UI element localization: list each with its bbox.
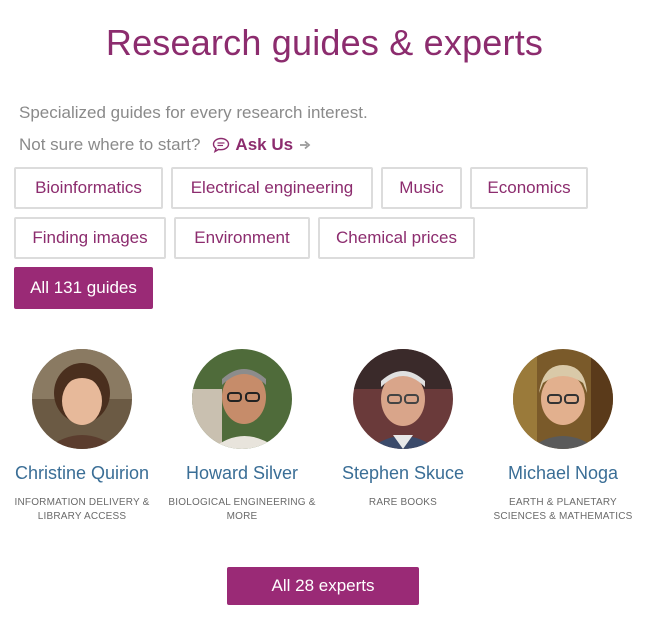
- expert-name[interactable]: Michael Noga: [483, 463, 643, 484]
- guide-chip-environment[interactable]: Environment: [174, 217, 310, 259]
- all-experts-button[interactable]: All 28 experts: [227, 567, 419, 605]
- avatar[interactable]: [32, 349, 132, 449]
- ask-prompt: Not sure where to start?: [19, 135, 201, 154]
- avatar[interactable]: [192, 349, 292, 449]
- ask-us-link[interactable]: Ask Us: [212, 135, 311, 155]
- expert-card: Christine Quirion Information Delivery &…: [2, 349, 162, 524]
- expert-name[interactable]: Christine Quirion: [2, 463, 162, 484]
- avatar[interactable]: [513, 349, 613, 449]
- ask-us-label: Ask Us: [235, 135, 294, 154]
- expert-department: Information Delivery & Library Access: [14, 497, 150, 522]
- expert-department: Biological Engineering & More: [168, 497, 316, 522]
- guide-chip-music[interactable]: Music: [381, 167, 462, 209]
- guide-chip-electrical-engineering[interactable]: Electrical engineering: [171, 167, 373, 209]
- expert-department: Rare Books: [368, 497, 438, 508]
- expert-card: Michael Noga Earth & Planetary Sciences …: [483, 349, 643, 524]
- expert-card: Stephen Skuce Rare Books: [323, 349, 483, 510]
- chat-bubble-icon: [213, 137, 230, 153]
- expert-name[interactable]: Howard Silver: [162, 463, 322, 484]
- avatar[interactable]: [353, 349, 453, 449]
- guide-chip-bioinformatics[interactable]: Bioinformatics: [14, 167, 163, 209]
- guide-chip-economics[interactable]: Economics: [470, 167, 588, 209]
- expert-card: Howard Silver Biological Engineering & M…: [162, 349, 322, 524]
- expert-name[interactable]: Stephen Skuce: [323, 463, 483, 484]
- tagline: Specialized guides for every research in…: [19, 103, 368, 122]
- guide-chip-finding-images[interactable]: Finding images: [14, 217, 166, 259]
- ask-line: Not sure where to start? Ask Us: [19, 135, 311, 155]
- arrow-right-icon: [300, 140, 311, 150]
- all-guides-button[interactable]: All 131 guides: [14, 267, 153, 309]
- expert-department: Earth & Planetary Sciences & Mathematics: [493, 497, 633, 522]
- guide-chip-chemical-prices[interactable]: Chemical prices: [318, 217, 475, 259]
- page-title: Research guides & experts: [105, 22, 544, 63]
